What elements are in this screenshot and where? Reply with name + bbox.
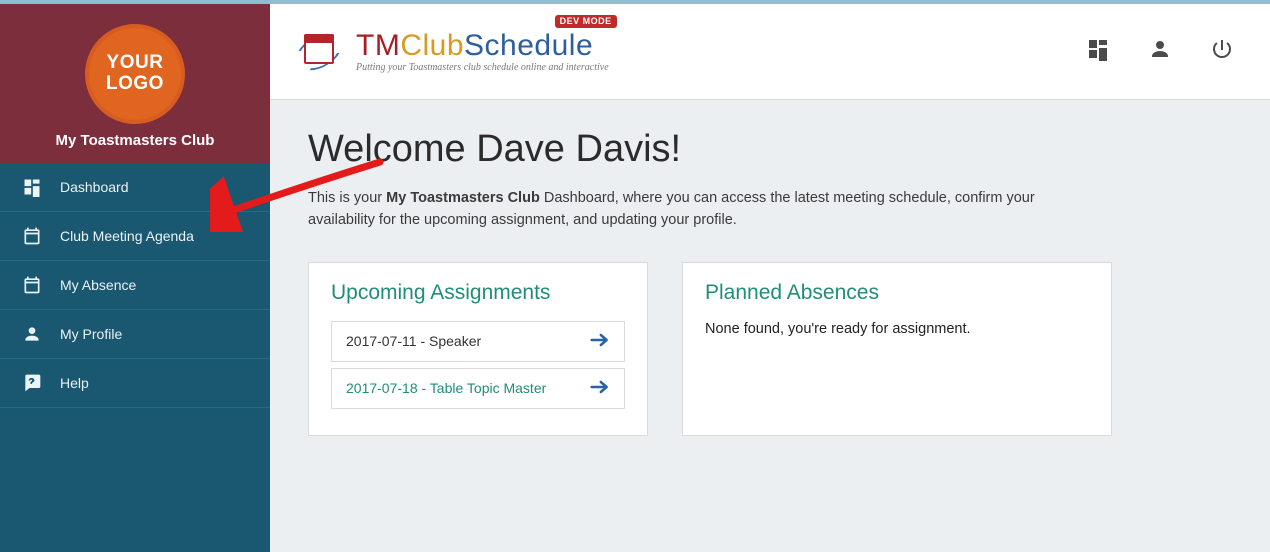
brand: DEV MODE TMClubSchedule Putting your Toa… (294, 24, 609, 80)
dashboard-icon[interactable] (1086, 37, 1110, 66)
dashboard-icon (22, 177, 42, 197)
assignment-row[interactable]: 2017-07-11 - Speaker (331, 321, 625, 362)
sidebar-item-label: Dashboard (60, 179, 129, 195)
dashboard-cards: Upcoming Assignments 2017-07-11 - Speake… (308, 262, 1216, 436)
planned-absences-empty: None found, you're ready for assignment. (705, 321, 1089, 337)
brand-logo-icon (294, 24, 344, 80)
arrow-right-icon (590, 379, 610, 398)
page-title: Welcome Dave Davis! (308, 128, 1216, 171)
dev-mode-badge: DEV MODE (555, 15, 617, 28)
assignment-row[interactable]: 2017-07-18 - Table Topic Master (331, 368, 625, 409)
topbar-actions (1086, 37, 1234, 66)
sidebar: YOUR LOGO My Toastmasters Club Dashboard… (0, 4, 270, 552)
app-root: YOUR LOGO My Toastmasters Club Dashboard… (0, 0, 1270, 552)
assignment-text: 2017-07-11 - Speaker (346, 333, 481, 349)
brand-tagline: Putting your Toastmasters club schedule … (356, 63, 609, 73)
content: Welcome Dave Davis! This is your My Toas… (270, 100, 1270, 466)
main: DEV MODE TMClubSchedule Putting your Toa… (270, 4, 1270, 552)
account-icon[interactable] (1148, 37, 1172, 66)
sidebar-header: YOUR LOGO My Toastmasters Club (0, 4, 270, 163)
sidebar-item-help[interactable]: Help (0, 359, 270, 408)
assignment-text: 2017-07-18 - Table Topic Master (346, 380, 546, 396)
sidebar-item-profile[interactable]: My Profile (0, 310, 270, 359)
club-logo-placeholder: YOUR LOGO (85, 24, 185, 124)
assignment-list: 2017-07-11 - Speaker 2017-07-18 - Table … (331, 321, 625, 409)
sidebar-item-label: Help (60, 375, 89, 391)
sidebar-item-agenda[interactable]: Club Meeting Agenda (0, 212, 270, 261)
calendar-icon (22, 275, 42, 295)
sidebar-nav: Dashboard Club Meeting Agenda My Absence… (0, 163, 270, 408)
power-icon[interactable] (1210, 37, 1234, 66)
calendar-icon (22, 226, 42, 246)
topbar: DEV MODE TMClubSchedule Putting your Toa… (270, 4, 1270, 100)
club-name: My Toastmasters Club (10, 132, 260, 149)
person-icon (22, 324, 42, 344)
arrow-right-icon (590, 332, 610, 351)
sidebar-item-label: My Absence (60, 277, 136, 293)
sidebar-item-absence[interactable]: My Absence (0, 261, 270, 310)
brand-text: DEV MODE TMClubSchedule Putting your Toa… (356, 31, 609, 73)
upcoming-assignments-card: Upcoming Assignments 2017-07-11 - Speake… (308, 262, 648, 436)
sidebar-item-dashboard[interactable]: Dashboard (0, 163, 270, 212)
intro-text: This is your My Toastmasters Club Dashbo… (308, 187, 1068, 232)
upcoming-assignments-title: Upcoming Assignments (331, 281, 625, 305)
brand-title: TMClubSchedule (356, 31, 609, 61)
sidebar-item-label: My Profile (60, 326, 122, 342)
logo-placeholder-text: YOUR LOGO (89, 53, 181, 95)
help-icon (22, 373, 42, 393)
planned-absences-card: Planned Absences None found, you're read… (682, 262, 1112, 436)
planned-absences-title: Planned Absences (705, 281, 1089, 305)
sidebar-item-label: Club Meeting Agenda (60, 228, 194, 244)
